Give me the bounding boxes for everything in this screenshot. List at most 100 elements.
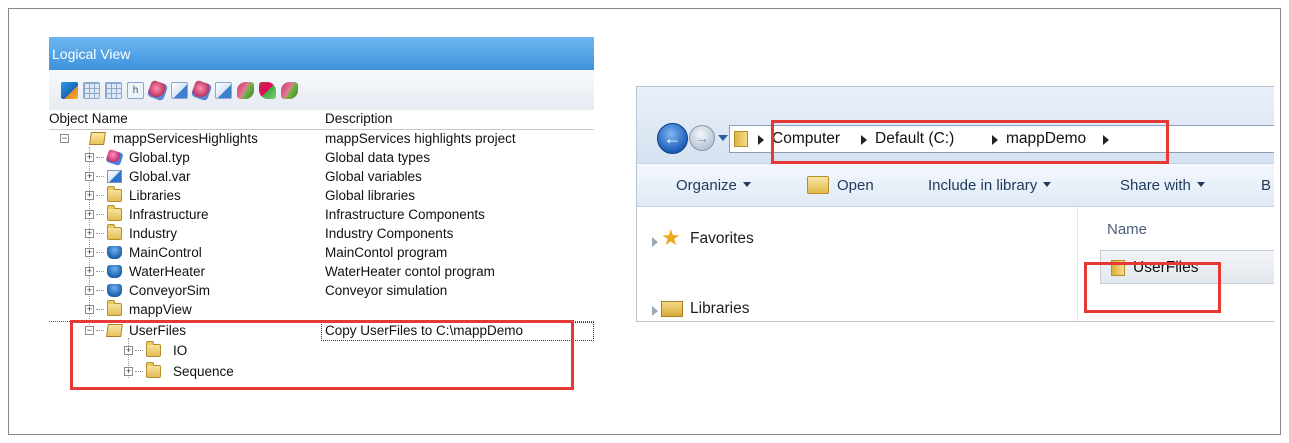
- refresh-icon[interactable]: [259, 81, 276, 99]
- share-with-button[interactable]: Share with: [1120, 177, 1205, 194]
- tree-row-label: Infrastructure: [129, 207, 209, 222]
- forward-arrow-icon[interactable]: →: [689, 125, 715, 151]
- navigation-pane: ★ Favorites Libraries: [637, 207, 1077, 321]
- pane-splitter[interactable]: [1077, 207, 1078, 321]
- include-in-library-button[interactable]: Include in library: [928, 177, 1052, 194]
- tree-row-description: Global data types: [325, 150, 431, 165]
- tree-row-conveyorsim[interactable]: + ConveyorSim Conveyor simulation: [49, 282, 594, 301]
- expand-icon[interactable]: +: [85, 153, 94, 162]
- tree-row-description: Global variables: [325, 169, 422, 184]
- tree-connector: [96, 157, 104, 158]
- data-type-icon[interactable]: [146, 79, 169, 101]
- tree-row-label: Global.var: [129, 169, 191, 184]
- folder-icon: [107, 186, 122, 202]
- logical-view-header: Object Name Description: [49, 110, 594, 130]
- expand-icon[interactable]: +: [85, 286, 94, 295]
- libraries-icon: [661, 301, 683, 317]
- tree-row-label: Libraries: [129, 188, 181, 203]
- expand-icon[interactable]: +: [85, 172, 94, 181]
- nav-favorites[interactable]: Favorites: [690, 230, 754, 248]
- link-icon[interactable]: [237, 81, 254, 99]
- tree-row-label: Global.typ: [129, 150, 190, 165]
- table-icon[interactable]: [83, 81, 100, 99]
- tree-row-libraries[interactable]: + Libraries Global libraries: [49, 186, 594, 206]
- tree-connector: [96, 233, 104, 234]
- tree-row-industry[interactable]: + Industry Industry Components: [49, 224, 594, 244]
- tree-row-description: Global libraries: [325, 188, 416, 203]
- expand-icon[interactable]: +: [85, 229, 94, 238]
- tree-row-label: MainControl: [129, 245, 202, 260]
- expand-icon[interactable]: +: [85, 210, 94, 219]
- tree-row-mappserviceshighlights[interactable]: − mappServicesHighlights mappServices hi…: [49, 130, 594, 149]
- screenshot-frame: Logical View h Object Name Description −: [8, 8, 1281, 435]
- tree-row-global-var[interactable]: + Global.var Global variables: [49, 168, 594, 187]
- back-arrow-icon[interactable]: ←: [657, 123, 688, 154]
- organize-button[interactable]: Organize: [676, 177, 751, 194]
- variable-icon: [107, 170, 122, 183]
- cube-icon[interactable]: [61, 81, 78, 99]
- logical-view-toolbar: h: [49, 70, 594, 110]
- library-icon[interactable]: [190, 79, 213, 101]
- folder-icon: [107, 205, 122, 221]
- chevron-down-icon: [1196, 182, 1205, 187]
- tree-row-infrastructure[interactable]: + Infrastructure Infrastructure Componen…: [49, 205, 594, 225]
- expand-icon[interactable]: +: [85, 267, 94, 276]
- folder-icon: [107, 300, 122, 316]
- explorer-command-bar: Organize Open Include in library Share w…: [637, 163, 1274, 207]
- tree-connector: [96, 252, 104, 253]
- column-object-name[interactable]: Object Name: [49, 111, 128, 126]
- variable-icon[interactable]: [171, 81, 188, 99]
- tree-row-description: mappServices highlights project: [325, 131, 516, 146]
- tree-row-label: WaterHeater: [129, 264, 206, 279]
- expand-arrow-icon[interactable]: [652, 306, 658, 316]
- tree-connector: [96, 176, 104, 177]
- highlight-box-userfiles-folder: [1084, 262, 1221, 313]
- tree-connector: [96, 214, 104, 215]
- chevron-down-icon: [1043, 182, 1052, 187]
- tree-row-global-typ[interactable]: + Global.typ Global data types: [49, 149, 594, 168]
- expand-icon[interactable]: +: [85, 191, 94, 200]
- column-header-name[interactable]: Name: [1107, 221, 1147, 238]
- history-dropdown-icon[interactable]: [718, 135, 728, 141]
- logical-view-title: Logical View: [49, 37, 594, 70]
- tree-row-description: Industry Components: [325, 226, 454, 241]
- tree-row-maincontrol[interactable]: + MainControl MainContol program: [49, 244, 594, 263]
- tree-row-mappview[interactable]: + mappView: [49, 300, 594, 320]
- folder-icon: [107, 224, 122, 240]
- program-icon: [107, 246, 122, 259]
- folder-open-icon: [89, 132, 106, 145]
- open-button[interactable]: Open: [837, 177, 874, 194]
- remove-icon[interactable]: [281, 81, 298, 99]
- tree-row-label: mappView: [129, 302, 192, 317]
- help-icon[interactable]: h: [127, 81, 144, 99]
- tree-row-label: ConveyorSim: [129, 283, 211, 298]
- tree-row-description: MainContol program: [325, 245, 448, 260]
- tree-connector: [96, 271, 104, 272]
- program-icon: [107, 284, 122, 297]
- folder-icon: [734, 131, 748, 147]
- highlight-box-userfiles-tree: [70, 320, 574, 390]
- tree-connector: [96, 290, 104, 291]
- tree-row-description: Conveyor simulation: [325, 283, 448, 298]
- nav-libraries[interactable]: Libraries: [690, 300, 749, 318]
- tree-row-description: WaterHeater contol program: [325, 264, 495, 279]
- open-folder-icon[interactable]: [807, 176, 829, 194]
- expand-icon[interactable]: +: [85, 248, 94, 257]
- burn-button[interactable]: B: [1261, 177, 1271, 194]
- tree-row-label: mappServicesHighlights: [113, 131, 258, 146]
- tree-connector: [96, 195, 104, 196]
- program-icon: [107, 265, 122, 278]
- tree-connector: [96, 309, 104, 310]
- breadcrumb-separator-icon[interactable]: [758, 135, 764, 145]
- expand-arrow-icon[interactable]: [652, 237, 658, 247]
- column-description[interactable]: Description: [325, 111, 393, 126]
- collapse-icon[interactable]: −: [60, 134, 69, 143]
- tree-row-label: Industry: [129, 226, 178, 241]
- tree-row-description: Infrastructure Components: [325, 207, 485, 222]
- expand-icon[interactable]: +: [85, 305, 94, 314]
- grid-icon[interactable]: [105, 81, 122, 99]
- program-icon[interactable]: [215, 81, 232, 99]
- highlight-box-address: [771, 120, 1169, 164]
- chevron-down-icon: [742, 182, 751, 187]
- tree-row-waterheater[interactable]: + WaterHeater WaterHeater contol program: [49, 263, 594, 282]
